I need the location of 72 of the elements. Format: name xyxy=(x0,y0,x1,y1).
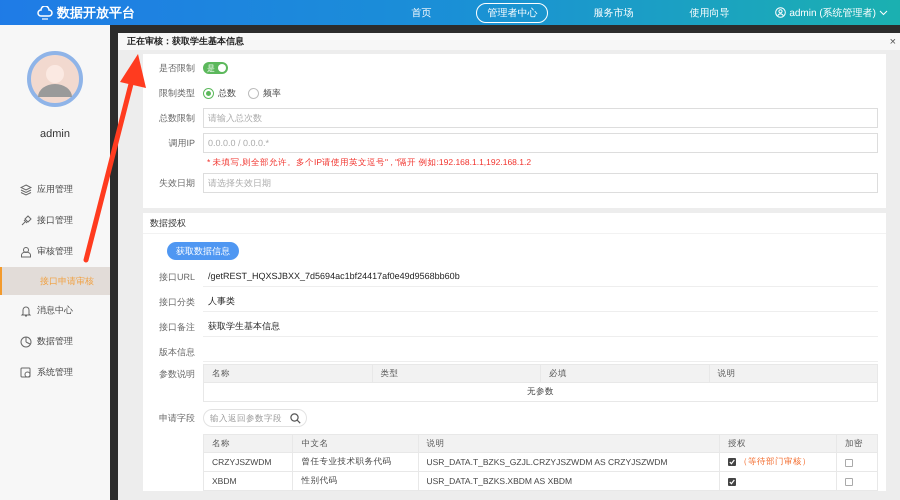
column-header: 中文名 xyxy=(292,434,418,452)
nav-link[interactable]: 管理者中心 xyxy=(476,2,548,22)
status-note: （等待部门审核） xyxy=(739,456,812,466)
table-cell: XBDM xyxy=(204,472,293,490)
chevron-down-icon xyxy=(879,10,888,16)
checkbox[interactable] xyxy=(728,478,736,486)
radio-button[interactable] xyxy=(248,88,259,98)
section-title: 数据授权 xyxy=(143,213,886,234)
field-value: 获取学生基本信息 xyxy=(208,321,280,331)
user-icon xyxy=(775,7,786,18)
field-label: 是否限制 xyxy=(158,62,196,75)
username: admin xyxy=(39,128,71,140)
bell-icon xyxy=(20,304,32,316)
table-cell: USR_DATA.T_BZKS.XBDM AS XBDM xyxy=(418,472,720,490)
column-header: 必填 xyxy=(540,364,709,382)
sidebar-item[interactable]: 应用管理 xyxy=(0,174,110,205)
table-cell: 性别代码 xyxy=(292,472,418,490)
nav-link[interactable]: 首页 xyxy=(400,2,442,22)
column-header: 加密 xyxy=(836,434,878,452)
checkbox[interactable] xyxy=(728,458,736,466)
column-header: 类型 xyxy=(372,364,540,382)
field-label: 版本信息 xyxy=(158,346,196,358)
field-label: 接口备注 xyxy=(158,320,196,334)
table-cell: CRZYJSZWDM xyxy=(204,452,293,472)
radio-label: 总数 xyxy=(218,86,236,100)
checkbox[interactable] xyxy=(845,458,854,467)
field-label: 总数限制 xyxy=(158,112,196,125)
checkbox[interactable] xyxy=(845,478,854,486)
search-field[interactable]: 输入返回参数字段 xyxy=(203,409,307,427)
sidebar-item[interactable]: 接口管理 xyxy=(0,205,110,236)
column-header: 名称 xyxy=(204,364,372,382)
field-label: 失效日期 xyxy=(158,177,196,190)
field-label: 接口URL xyxy=(158,270,196,284)
cloud-icon xyxy=(37,6,53,20)
fetch-data-button[interactable]: 获取数据信息 xyxy=(167,242,239,260)
table-cell: USR_DATA.T_BZKS_GZJL.CRZYJSZWDM AS CRZYJSZWDM xyxy=(418,452,720,472)
nav-link[interactable]: 服务市场 xyxy=(582,2,644,22)
empty-message: 无参数 xyxy=(204,382,878,402)
layers-icon xyxy=(20,184,32,196)
field-label: 限制类型 xyxy=(158,87,196,100)
field-label: 接口分类 xyxy=(158,296,196,308)
sidebar-item[interactable]: 审核管理 xyxy=(0,236,110,267)
toggle-switch[interactable]: 是 xyxy=(203,62,228,74)
nav-link[interactable]: 使用向导 xyxy=(678,2,740,22)
field-label: 参数说明 xyxy=(158,368,196,381)
table-cell: 曾任专业技术职务代码 xyxy=(292,452,418,472)
column-header: 授权 xyxy=(720,434,837,452)
sidebar-item[interactable]: 消息中心 xyxy=(0,295,110,326)
input-field[interactable]: 请输入总次数 xyxy=(203,108,878,128)
field-value: 人事类 xyxy=(208,296,235,306)
input-field[interactable]: 请选择失效日期 xyxy=(203,173,878,193)
column-header: 说明 xyxy=(709,364,878,382)
plug-icon xyxy=(20,214,32,226)
hint-text: * 未填写,则全部允许。多个IP请使用英文逗号" , "隔开 例如:192.168.1.1,192.168.1.2 xyxy=(207,157,532,169)
modal-title: 正在审核：获取学生基本信息 xyxy=(127,35,244,48)
column-header: 名称 xyxy=(204,434,293,452)
brand-title: 数据开放平台 xyxy=(57,4,135,22)
field-label: 调用IP xyxy=(167,137,196,150)
close-button[interactable]: × xyxy=(890,36,896,48)
field-value: /getREST_HQXSJBXX_7d5694ac1bf24417af0e49d9568bb60b xyxy=(208,271,460,281)
user-icon xyxy=(20,246,32,258)
sidebar-item[interactable]: 系统管理 xyxy=(0,357,110,388)
column-header: 说明 xyxy=(418,434,720,452)
radio-label: 频率 xyxy=(263,86,281,100)
radio-button[interactable] xyxy=(203,88,214,98)
user-menu[interactable]: admin (系统管理者) xyxy=(789,6,876,20)
search-icon xyxy=(290,412,301,424)
field-label: 申请字段 xyxy=(158,412,196,425)
input-field[interactable]: 0.0.0.0 / 0.0.0.* xyxy=(203,133,878,153)
sidebar-item[interactable]: 数据管理 xyxy=(0,326,110,357)
avatar xyxy=(27,51,83,107)
pie-chart-icon xyxy=(20,336,32,348)
